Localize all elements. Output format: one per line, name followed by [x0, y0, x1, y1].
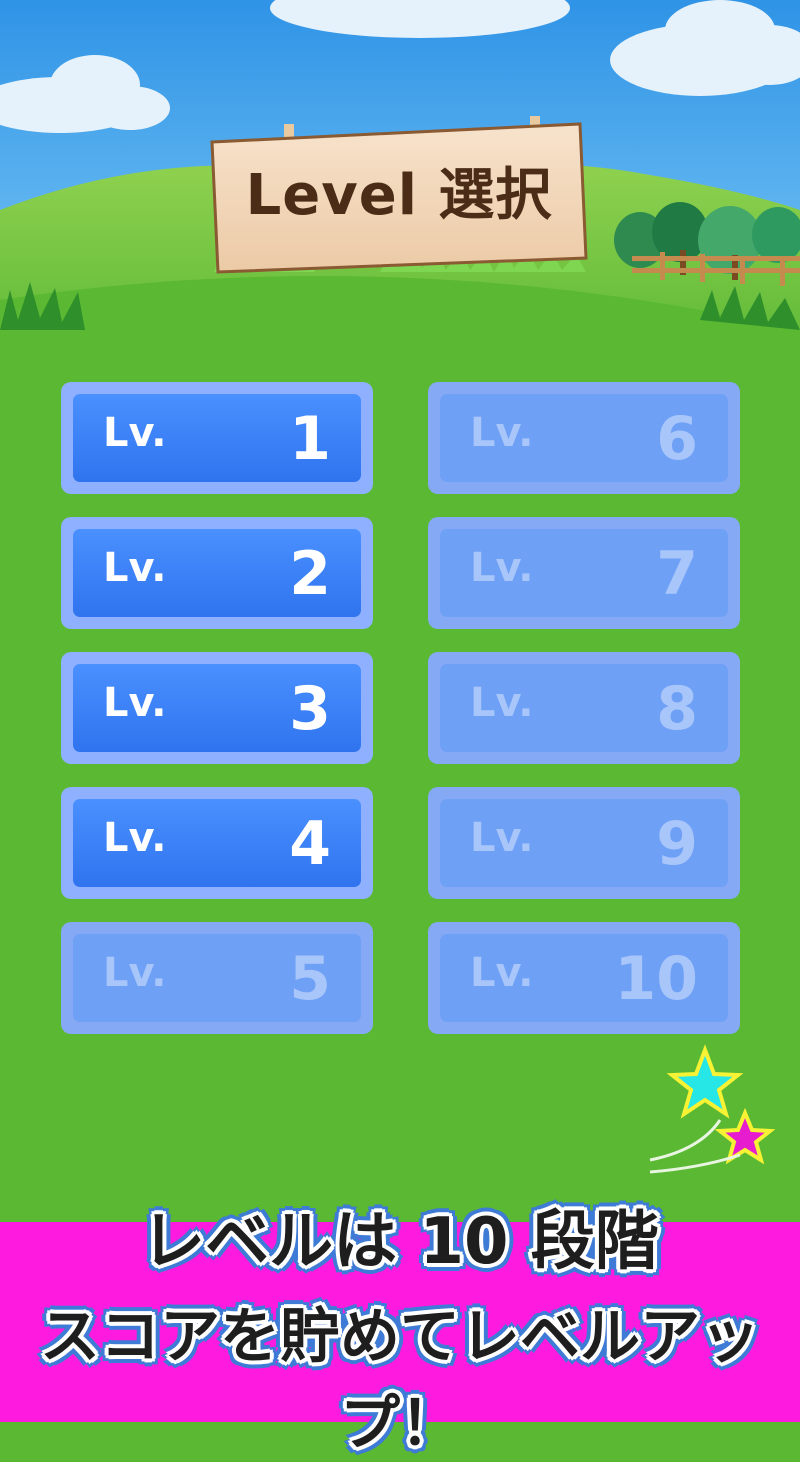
- level-prefix: Lv.: [470, 545, 534, 591]
- level-button-9[interactable]: Lv. 9: [428, 787, 740, 899]
- level-button-8[interactable]: Lv. 8: [428, 652, 740, 764]
- promo-line-1: レベルは 10 段階: [141, 1205, 659, 1279]
- level-button-4[interactable]: Lv. 4: [61, 787, 373, 899]
- level-number: 8: [656, 674, 698, 744]
- level-button-6[interactable]: Lv. 6: [428, 382, 740, 494]
- level-number: 2: [289, 539, 331, 609]
- level-prefix: Lv.: [103, 680, 167, 726]
- level-button-2[interactable]: Lv. 2: [61, 517, 373, 629]
- level-number: 3: [289, 674, 331, 744]
- level-prefix: Lv.: [470, 680, 534, 726]
- level-number: 7: [656, 539, 698, 609]
- level-number: 5: [289, 944, 331, 1014]
- level-prefix: Lv.: [103, 410, 167, 456]
- level-number: 6: [656, 404, 698, 474]
- level-button-7[interactable]: Lv. 7: [428, 517, 740, 629]
- level-prefix: Lv.: [470, 410, 534, 456]
- level-button-3[interactable]: Lv. 3: [61, 652, 373, 764]
- level-number: 10: [614, 944, 699, 1014]
- page-title: Level 選択: [245, 163, 553, 228]
- promo-line-2: スコアを貯めてレベルアップ！: [40, 1302, 760, 1459]
- level-prefix: Lv.: [103, 950, 167, 996]
- level-number: 1: [289, 404, 331, 474]
- level-prefix: Lv.: [103, 545, 167, 591]
- level-button-5[interactable]: Lv. 5: [61, 922, 373, 1034]
- level-button-10[interactable]: Lv. 10: [428, 922, 740, 1034]
- level-prefix: Lv.: [470, 950, 534, 996]
- level-prefix: Lv.: [103, 815, 167, 861]
- level-number: 4: [289, 809, 331, 879]
- level-number: 9: [656, 809, 698, 879]
- level-button-1[interactable]: Lv. 1: [61, 382, 373, 494]
- level-prefix: Lv.: [470, 815, 534, 861]
